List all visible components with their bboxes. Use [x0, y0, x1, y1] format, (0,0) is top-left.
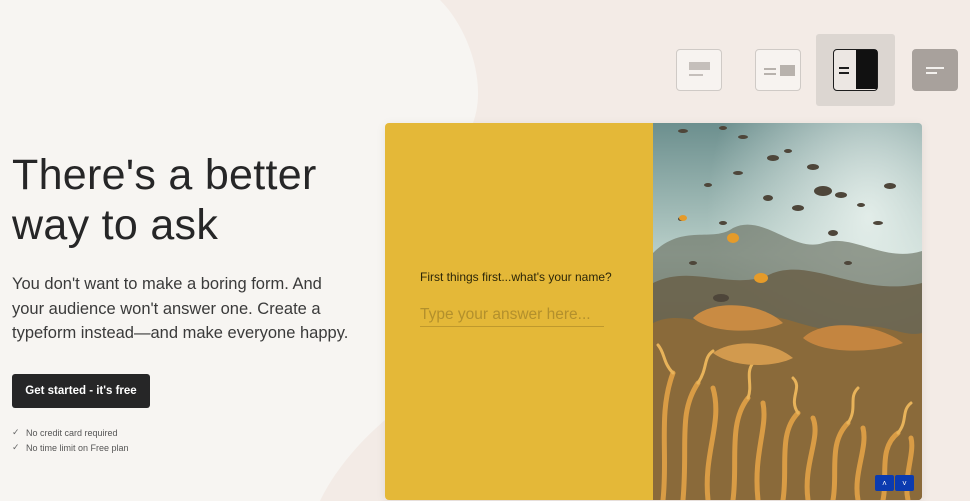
layout-switcher — [0, 34, 970, 106]
perk-label: No credit card required — [26, 427, 118, 438]
check-icon: ✓ — [12, 427, 20, 437]
layout-wallpaper-icon — [912, 49, 958, 91]
check-icon: ✓ — [12, 442, 20, 452]
form-question-text: First things first...what's your name? — [420, 270, 612, 284]
chevron-down-icon[interactable]: ˅ — [895, 475, 914, 491]
layout-split-small-button[interactable] — [755, 49, 801, 91]
get-started-button[interactable]: Get started - it's free — [12, 374, 150, 408]
form-answer-input[interactable] — [420, 303, 604, 327]
perk-item: ✓ No time limit on Free plan — [12, 440, 129, 455]
layout-split-half-button[interactable] — [816, 34, 895, 106]
chevron-up-icon[interactable]: ˄ — [875, 475, 894, 491]
hero-section: There's a better way to ask You don't wa… — [12, 150, 382, 346]
reef-illustration — [653, 123, 922, 500]
headline-line-2: way to ask — [12, 201, 219, 249]
perks-list: ✓ No credit card required ✓ No time limi… — [12, 425, 129, 455]
perk-label: No time limit on Free plan — [26, 442, 129, 453]
perk-item: ✓ No credit card required — [12, 425, 129, 440]
demo-form-preview: First things first...what's your name? T… — [385, 123, 922, 500]
layout-split-small-icon — [755, 49, 801, 91]
subtext-line-2: your audience won't answer one. Create a — [12, 299, 321, 318]
layout-stack-icon — [676, 49, 722, 91]
subtext-line-1: You don't want to make a boring form. An… — [12, 275, 322, 293]
form-navigation: ˄ ˅ — [875, 475, 914, 491]
form-question-panel: First things first...what's your name? — [385, 123, 653, 500]
underwater-reef-image: ˄ ˅ — [653, 123, 922, 500]
headline-line-1: There's a better — [12, 151, 317, 199]
layout-stack-button[interactable] — [676, 49, 722, 91]
hero-headline: There's a better way to ask — [12, 150, 382, 250]
subtext-line-3: typeform instead—and make everyone happy… — [12, 324, 349, 342]
layout-split-half-icon — [833, 49, 878, 91]
hero-subtext: You don't want to make a boring form. An… — [12, 272, 382, 346]
layout-wallpaper-button[interactable] — [912, 49, 958, 91]
